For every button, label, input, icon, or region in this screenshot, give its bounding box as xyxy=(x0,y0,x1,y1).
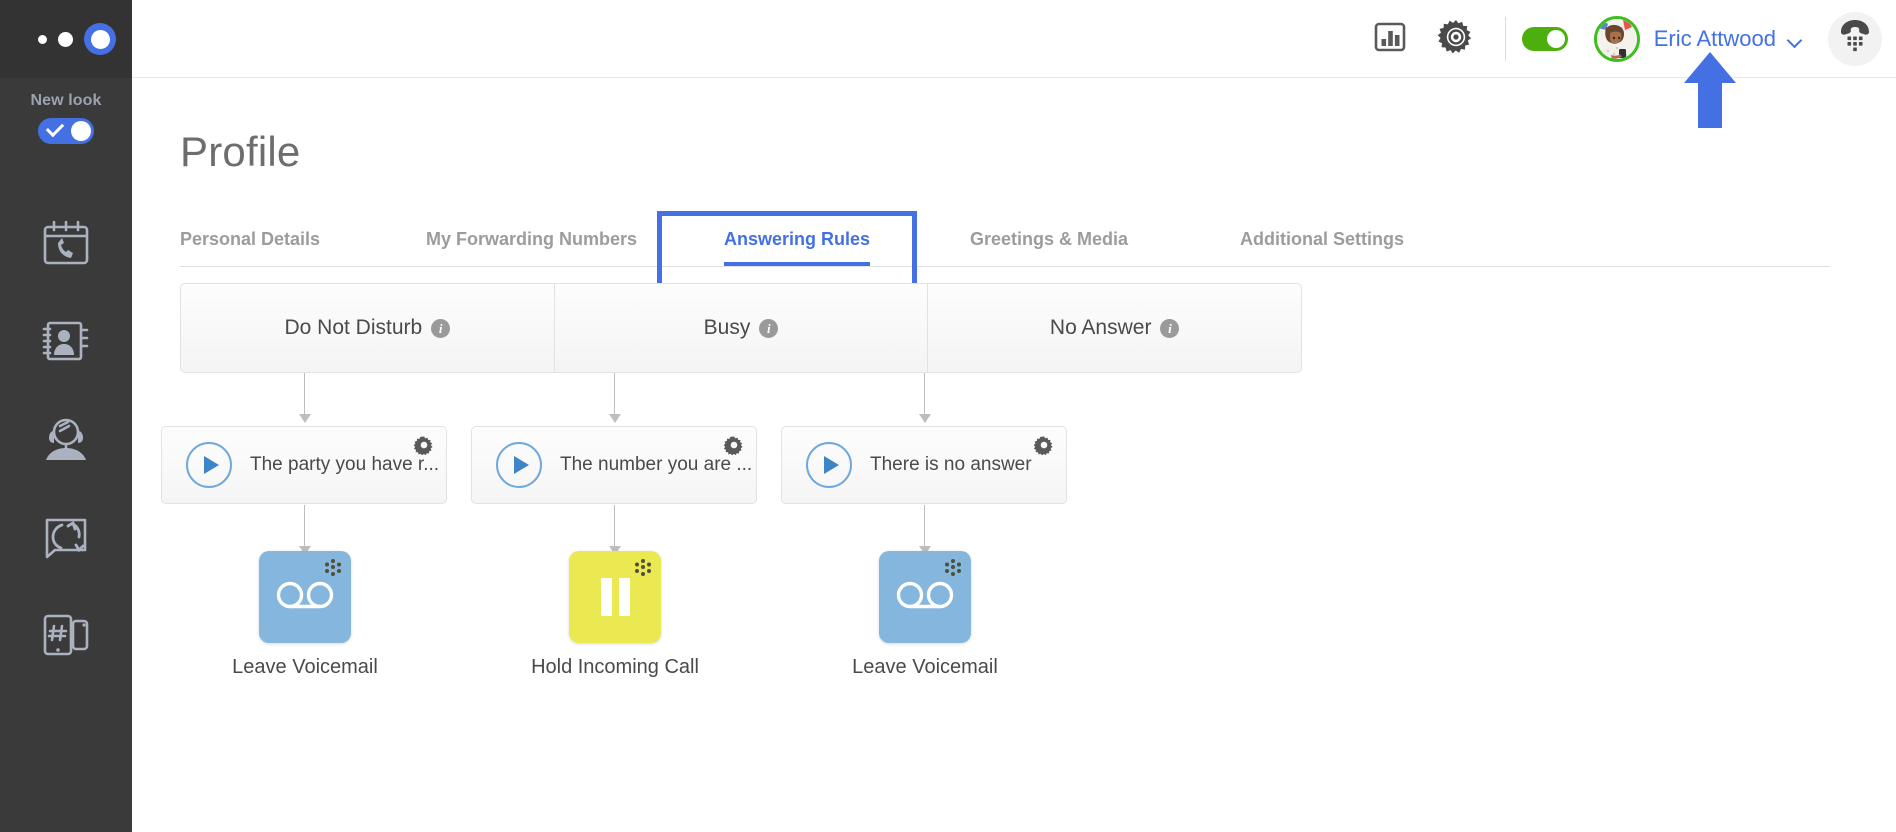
connector-line xyxy=(614,505,615,547)
tab-personal-details[interactable]: Personal Details xyxy=(180,229,320,266)
check-icon xyxy=(45,118,65,138)
connector-arrow xyxy=(919,414,931,423)
dialpad-device-icon xyxy=(41,612,91,658)
headset-agent-icon xyxy=(40,416,92,462)
toggle-knob xyxy=(71,121,91,141)
chevron-down-icon[interactable] xyxy=(1788,35,1802,43)
top-header: Eric Attwood xyxy=(132,0,1896,78)
main-content: Profile Personal Details My Forwarding N… xyxy=(132,78,1896,832)
header-actions: Eric Attwood xyxy=(1357,0,1896,78)
tab-my-forwarding-numbers[interactable]: My Forwarding Numbers xyxy=(426,229,637,266)
logo-dot-ring-icon xyxy=(84,23,116,55)
connector-line xyxy=(304,373,305,415)
gear-icon[interactable] xyxy=(1033,435,1054,460)
header-divider xyxy=(1504,17,1506,61)
action-tile-leave-voicemail[interactable] xyxy=(259,551,351,643)
drag-handle-dots-icon[interactable] xyxy=(632,558,654,580)
annotation-arrow-icon xyxy=(1682,52,1738,128)
logo-dot-small xyxy=(38,34,47,44)
action-label: Leave Voicemail xyxy=(852,656,998,678)
sidebar-logo[interactable] xyxy=(0,0,132,78)
new-look-label: New look xyxy=(30,92,102,109)
play-icon[interactable] xyxy=(806,442,852,488)
rule-condition-label: Do Not Disturb xyxy=(284,316,423,339)
calendar-phone-icon xyxy=(41,219,91,267)
settings-button[interactable] xyxy=(1423,0,1489,78)
play-icon[interactable] xyxy=(496,442,542,488)
user-name[interactable]: Eric Attwood xyxy=(1654,26,1776,52)
info-icon[interactable]: i xyxy=(759,318,779,338)
availability-toggle[interactable] xyxy=(1521,27,1568,51)
drag-handle-dots-icon[interactable] xyxy=(322,558,344,580)
new-look-section: New look xyxy=(0,78,132,144)
dialpad-icon xyxy=(1838,19,1872,60)
page-title: Profile xyxy=(180,128,301,175)
action-tile-leave-voicemail[interactable] xyxy=(879,551,971,643)
connector-line xyxy=(924,505,925,547)
action-label: Hold Incoming Call xyxy=(531,656,699,678)
sidebar-item-call-routing[interactable] xyxy=(0,488,132,586)
greeting-text: The party you have r... xyxy=(250,454,440,475)
action-tile-hold-incoming-call[interactable] xyxy=(569,551,661,643)
connector-arrow xyxy=(609,414,621,423)
greeting-text: There is no answer xyxy=(870,454,1032,475)
sidebar-nav xyxy=(0,194,132,684)
dialpad-button[interactable] xyxy=(1828,12,1882,66)
drag-handle-dots-icon[interactable] xyxy=(942,558,964,580)
voicemail-icon xyxy=(895,580,955,615)
gear-icon[interactable] xyxy=(723,435,744,460)
rule-condition-do-not-disturb[interactable]: Do Not Disturb i xyxy=(181,284,555,372)
answering-rules-condition-bar: Do Not Disturb i Busy i No Answer i xyxy=(180,283,1302,373)
toggle-knob xyxy=(1546,30,1565,48)
connector-line xyxy=(924,373,925,415)
new-look-toggle[interactable] xyxy=(38,118,94,144)
tab-bar: Personal Details My Forwarding Numbers A… xyxy=(180,208,1830,267)
connector-arrow xyxy=(299,414,311,423)
voicemail-icon xyxy=(275,580,335,615)
sidebar-item-contacts[interactable] xyxy=(0,292,132,390)
logo-dot-medium xyxy=(58,31,73,47)
sidebar-item-agent-console[interactable] xyxy=(0,390,132,488)
rule-condition-label: No Answer xyxy=(1049,316,1152,339)
info-icon[interactable]: i xyxy=(1160,318,1180,338)
greeting-box-do-not-disturb[interactable]: The party you have r... xyxy=(161,426,447,504)
info-icon[interactable]: i xyxy=(431,318,451,338)
bar-chart-icon xyxy=(1373,20,1407,59)
app-root: New look Eric Attwood Profile Personal D… xyxy=(0,0,1896,832)
rule-condition-busy[interactable]: Busy i xyxy=(555,284,929,372)
greeting-box-busy[interactable]: The number you are ... xyxy=(471,426,757,504)
pause-icon xyxy=(600,578,630,616)
sidebar: New look xyxy=(0,0,132,832)
tab-greetings-media[interactable]: Greetings & Media xyxy=(970,229,1128,266)
greeting-box-no-answer[interactable]: There is no answer xyxy=(781,426,1067,504)
action-label: Leave Voicemail xyxy=(232,656,378,678)
tab-answering-rules[interactable]: Answering Rules xyxy=(724,229,871,266)
call-flow-icon xyxy=(42,514,90,560)
rule-condition-no-answer[interactable]: No Answer i xyxy=(928,284,1301,372)
connector-line xyxy=(304,505,305,547)
sidebar-item-call-history[interactable] xyxy=(0,194,132,292)
analytics-button[interactable] xyxy=(1357,0,1423,78)
avatar[interactable] xyxy=(1593,16,1640,62)
address-book-icon xyxy=(41,319,91,363)
play-icon[interactable] xyxy=(186,442,232,488)
sidebar-item-devices[interactable] xyxy=(0,586,132,684)
connector-line xyxy=(614,373,615,415)
gear-icon xyxy=(1437,18,1475,61)
rule-condition-label: Busy xyxy=(703,316,751,339)
gear-icon[interactable] xyxy=(413,435,434,460)
tab-additional-settings[interactable]: Additional Settings xyxy=(1240,229,1404,266)
